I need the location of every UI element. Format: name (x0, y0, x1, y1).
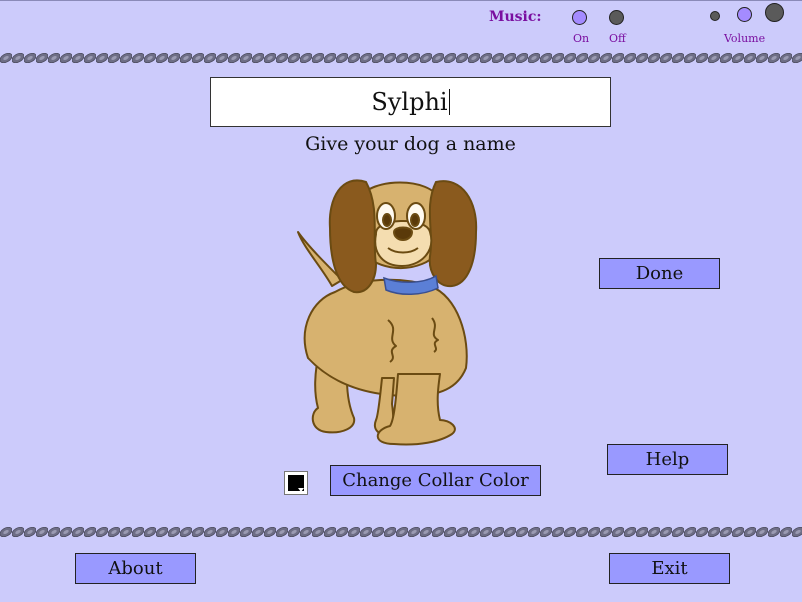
braid-divider-top (0, 53, 802, 63)
music-off-radio[interactable] (609, 10, 624, 25)
name-prompt: Give your dog a name (305, 133, 516, 155)
braid-divider-bottom (0, 527, 802, 537)
top-border (0, 0, 802, 1)
volume-medium-button[interactable] (737, 7, 752, 22)
volume-label: Volume (724, 32, 766, 45)
volume-low-button[interactable] (710, 11, 720, 21)
dog-name-value: Sylphi (371, 88, 448, 116)
chevron-down-icon (298, 488, 304, 492)
music-off-label: Off (609, 32, 626, 45)
music-on-label: On (573, 32, 590, 45)
dog-name-input[interactable]: Sylphi (210, 77, 611, 127)
change-collar-color-button[interactable]: Change Collar Color (330, 465, 541, 496)
dog-illustration (297, 179, 478, 446)
text-caret (448, 89, 450, 115)
music-label: Music: (489, 9, 542, 25)
about-button[interactable]: About (75, 553, 196, 584)
exit-button[interactable]: Exit (609, 553, 730, 584)
collar-color-swatch[interactable] (284, 471, 308, 495)
volume-high-button[interactable] (765, 3, 784, 22)
music-on-radio[interactable] (572, 10, 587, 25)
done-button[interactable]: Done (599, 258, 720, 289)
help-button[interactable]: Help (607, 444, 728, 475)
dog-collar (383, 274, 439, 295)
